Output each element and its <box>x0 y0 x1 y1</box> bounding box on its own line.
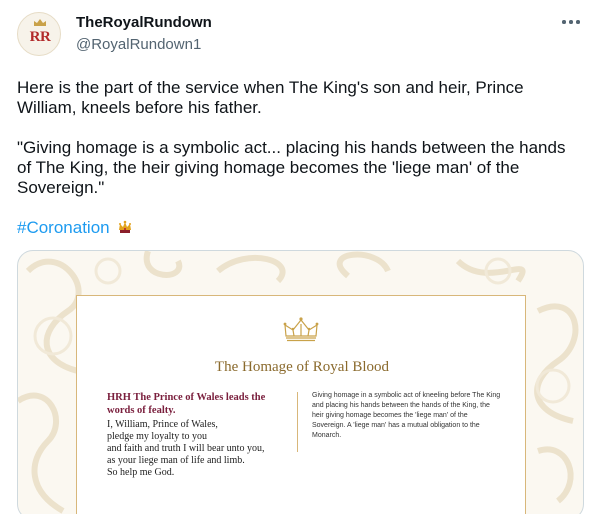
avatar-initials: RR <box>29 29 51 45</box>
card-title: The Homage of Royal Blood <box>214 359 390 375</box>
oath-heading: HRH The Prince of Wales leads the words … <box>107 392 266 416</box>
column-divider <box>297 392 298 452</box>
oath-line: and faith and truth I will bear unto you… <box>107 443 265 454</box>
crown-icon <box>34 19 46 26</box>
tweet-text: Here is the part of the service when The… <box>17 78 582 198</box>
hashtag-line: #Coronation <box>17 218 133 238</box>
tweet-quote-paragraph: "Giving homage is a symbolic act... plac… <box>17 138 571 197</box>
explanation-text: Giving homage in a symbolic act of kneel… <box>312 392 501 439</box>
oath-line: as your liege man of life and limb. <box>107 455 245 466</box>
crown-icon <box>283 317 319 342</box>
tweet-image[interactable]: The Homage of Royal Blood HRH The Prince… <box>17 250 584 514</box>
author-name[interactable]: TheRoyalRundown <box>76 14 212 31</box>
tweet-paragraph: Here is the part of the service when The… <box>17 78 529 117</box>
more-dots-icon[interactable] <box>562 20 580 26</box>
oath-line: So help me God. <box>107 467 175 478</box>
oath-section: HRH The Prince of Wales leads the words … <box>107 391 292 479</box>
homage-card: The Homage of Royal Blood HRH The Prince… <box>76 295 526 514</box>
tweet: RR TheRoyalRundown @RoyalRundown1 Here i… <box>0 0 589 514</box>
hashtag-link[interactable]: #Coronation <box>17 218 110 237</box>
crown-emoji-icon <box>119 220 132 233</box>
author-handle[interactable]: @RoyalRundown1 <box>76 36 201 53</box>
avatar[interactable]: RR <box>17 12 61 56</box>
oath-line: I, William, Prince of Wales, <box>107 419 218 430</box>
oath-line: pledge my loyalty to you <box>107 431 207 442</box>
